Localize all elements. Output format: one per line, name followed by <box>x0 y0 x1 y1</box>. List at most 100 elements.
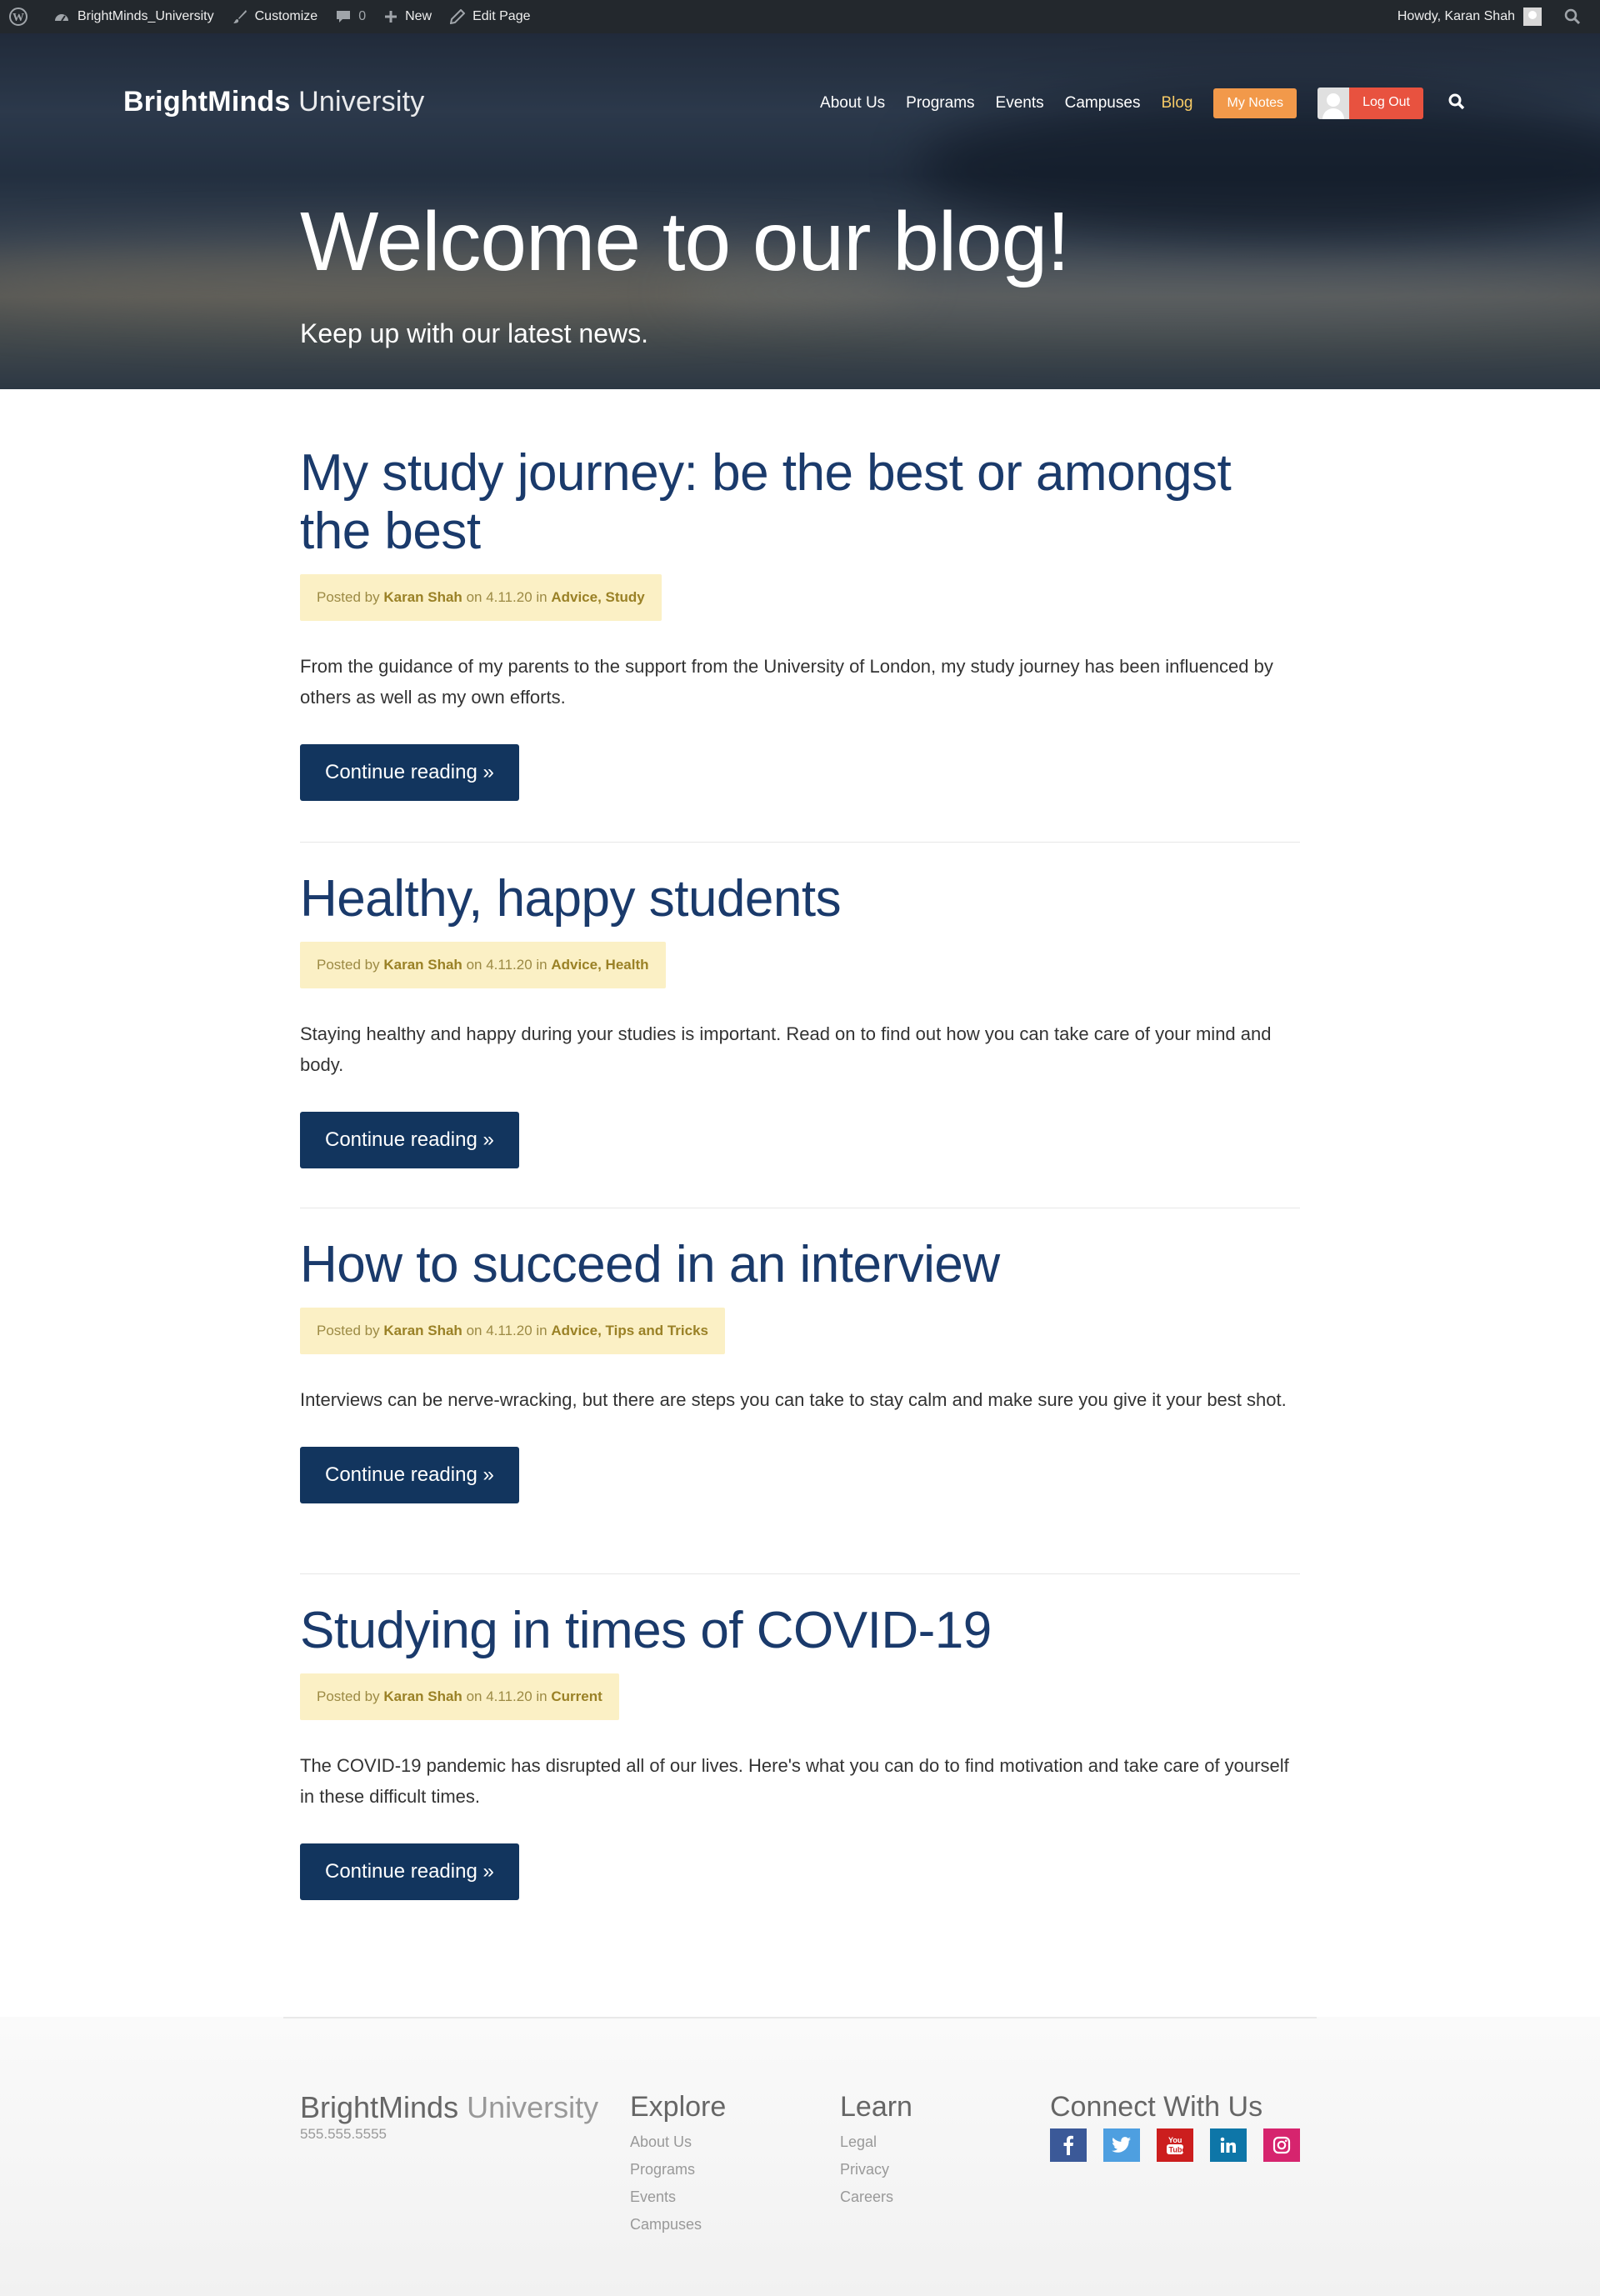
nav-campuses[interactable]: Campuses <box>1065 94 1141 113</box>
svg-text:You: You <box>1168 2136 1182 2144</box>
pencil-icon <box>450 9 466 24</box>
search-icon[interactable] <box>1448 93 1465 114</box>
footer-learn-heading: Learn <box>840 2091 912 2123</box>
post-divider <box>300 842 1300 843</box>
admin-edit-page[interactable]: Edit Page <box>441 0 539 33</box>
continue-reading-button[interactable]: Continue reading » <box>300 1447 519 1503</box>
post-title[interactable]: Healthy, happy students <box>300 870 1300 928</box>
footer-link-privacy[interactable]: Privacy <box>840 2161 912 2178</box>
meta-prefix: Posted by <box>317 957 380 973</box>
meta-date: on 4.11.20 in <box>466 589 548 605</box>
user-account: Log Out <box>1318 88 1423 119</box>
footer-link-about-us[interactable]: About Us <box>630 2133 726 2151</box>
log-out-button[interactable]: Log Out <box>1349 88 1423 119</box>
admin-site-name[interactable]: BrightMinds_University <box>44 0 223 33</box>
admin-bar: W BrightMinds_University Customize 0 New… <box>0 0 1600 33</box>
admin-edit-page-label: Edit Page <box>472 9 531 23</box>
footer-logo[interactable]: BrightMinds University <box>300 2090 598 2125</box>
site-footer: BrightMinds University 555.555.5555 Expl… <box>0 2017 1600 2296</box>
page-subtitle: Keep up with our latest news. <box>300 318 649 348</box>
footer-connect-column: Connect With Us <box>1050 2090 1262 2123</box>
blog-post: Healthy, happy students Posted by Karan … <box>300 870 1300 1168</box>
social-links: You Tube <box>1050 2128 1317 2162</box>
post-excerpt: Interviews can be nerve-wracking, but th… <box>300 1389 1287 1410</box>
post-categories-link[interactable]: Current <box>551 1688 602 1704</box>
admin-customize-label: Customize <box>254 9 318 23</box>
meta-date: on 4.11.20 in <box>466 957 548 973</box>
linkedin-icon[interactable] <box>1210 2128 1247 2162</box>
post-meta: Posted by Karan Shah on 4.11.20 in Advic… <box>300 942 666 988</box>
site-logo[interactable]: BrightMinds University <box>123 86 424 118</box>
meta-prefix: Posted by <box>317 1688 380 1704</box>
admin-account[interactable]: Howdy, Karan Shah <box>1388 0 1555 33</box>
post-title[interactable]: How to succeed in an interview <box>300 1236 1300 1294</box>
logo-light-text: University <box>298 86 425 118</box>
admin-new-label: New <box>405 9 432 23</box>
nav-events[interactable]: Events <box>996 94 1044 113</box>
post-categories-link[interactable]: Advice, Study <box>551 589 644 605</box>
post-excerpt: The COVID-19 pandemic has disrupted all … <box>300 1755 1289 1807</box>
footer-connect-heading: Connect With Us <box>1050 2091 1263 2123</box>
post-divider <box>300 1573 1300 1574</box>
main-nav: About Us Programs Events Campuses Blog M… <box>799 87 1465 120</box>
footer-explore-column: Explore About Us Programs Events Campuse… <box>630 2090 726 2233</box>
post-excerpt: From the guidance of my parents to the s… <box>300 656 1273 708</box>
meta-date: on 4.11.20 in <box>466 1688 548 1704</box>
admin-site-name-label: BrightMinds_University <box>78 9 214 23</box>
admin-howdy-label: Howdy, Karan Shah <box>1397 9 1515 23</box>
footer-logo-bold: BrightMinds <box>300 2090 459 2124</box>
post-categories-link[interactable]: Advice, Health <box>551 957 648 973</box>
my-notes-button[interactable]: My Notes <box>1213 88 1298 118</box>
admin-comments[interactable]: 0 <box>327 0 375 33</box>
post-author-link[interactable]: Karan Shah <box>383 589 462 605</box>
admin-comments-count: 0 <box>358 9 367 23</box>
svg-text:Tube: Tube <box>1169 2146 1185 2154</box>
blog-post: My study journey: be the best or amongst… <box>300 444 1300 801</box>
blog-post: Studying in times of COVID-19 Posted by … <box>300 1602 1300 1900</box>
nav-blog[interactable]: Blog <box>1161 94 1192 113</box>
footer-link-careers[interactable]: Careers <box>840 2188 912 2206</box>
footer-explore-heading: Explore <box>630 2091 727 2123</box>
post-meta: Posted by Karan Shah on 4.11.20 in Advic… <box>300 1308 725 1354</box>
admin-customize[interactable]: Customize <box>223 0 328 33</box>
footer-learn-column: Learn Legal Privacy Careers <box>840 2090 912 2206</box>
footer-phone: 555.555.5555 <box>300 2126 387 2142</box>
admin-search-icon[interactable] <box>1555 0 1600 33</box>
meta-date: on 4.11.20 in <box>466 1323 548 1338</box>
user-avatar[interactable] <box>1318 88 1350 119</box>
footer-logo-light: University <box>467 2090 599 2124</box>
twitter-icon[interactable] <box>1103 2128 1140 2162</box>
post-excerpt: Staying healthy and happy during your st… <box>300 1023 1272 1075</box>
admin-new[interactable]: New <box>375 0 441 33</box>
admin-avatar <box>1523 8 1542 26</box>
page-title: Welcome to our blog! <box>300 195 1070 288</box>
instagram-icon[interactable] <box>1263 2128 1300 2162</box>
logo-bold-text: BrightMinds <box>123 86 291 118</box>
nav-about-us[interactable]: About Us <box>820 94 885 113</box>
dashboard-icon <box>55 14 68 22</box>
footer-divider <box>283 2017 1317 2018</box>
post-author-link[interactable]: Karan Shah <box>383 1688 462 1704</box>
comment-bubble-icon <box>337 11 351 23</box>
continue-reading-button[interactable]: Continue reading » <box>300 1112 519 1168</box>
footer-link-events[interactable]: Events <box>630 2188 726 2206</box>
footer-link-programs[interactable]: Programs <box>630 2161 726 2178</box>
post-title[interactable]: Studying in times of COVID-19 <box>300 1602 1300 1660</box>
wordpress-logo-icon[interactable]: W <box>0 0 44 33</box>
brush-icon <box>232 10 247 23</box>
youtube-icon[interactable]: You Tube <box>1157 2128 1193 2162</box>
facebook-icon[interactable] <box>1050 2128 1087 2162</box>
continue-reading-button[interactable]: Continue reading » <box>300 744 519 801</box>
nav-programs[interactable]: Programs <box>906 94 974 113</box>
post-author-link[interactable]: Karan Shah <box>383 1323 462 1338</box>
continue-reading-button[interactable]: Continue reading » <box>300 1843 519 1900</box>
blog-post: How to succeed in an interview Posted by… <box>300 1236 1300 1503</box>
post-categories-link[interactable]: Advice, Tips and Tricks <box>551 1323 708 1338</box>
post-meta: Posted by Karan Shah on 4.11.20 in Curre… <box>300 1673 619 1720</box>
post-author-link[interactable]: Karan Shah <box>383 957 462 973</box>
footer-link-legal[interactable]: Legal <box>840 2133 912 2151</box>
svg-text:W: W <box>12 12 24 24</box>
post-title[interactable]: My study journey: be the best or amongst… <box>300 444 1300 561</box>
post-meta: Posted by Karan Shah on 4.11.20 in Advic… <box>300 574 662 621</box>
footer-link-campuses[interactable]: Campuses <box>630 2216 726 2233</box>
